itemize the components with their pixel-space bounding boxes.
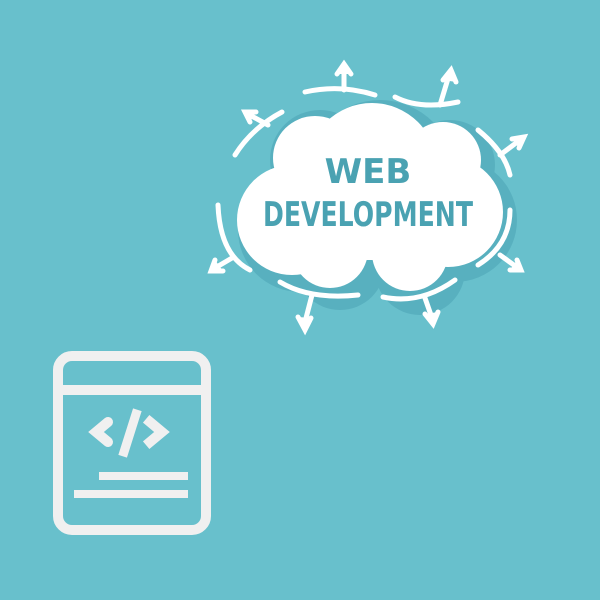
code-window-icon [53, 351, 211, 535]
illustration: WEB DEVELOPMENT [53, 59, 529, 535]
cloud-title-line1: WEB [325, 152, 412, 192]
cloud-title-line2: DEVELOPMENT [263, 195, 474, 235]
